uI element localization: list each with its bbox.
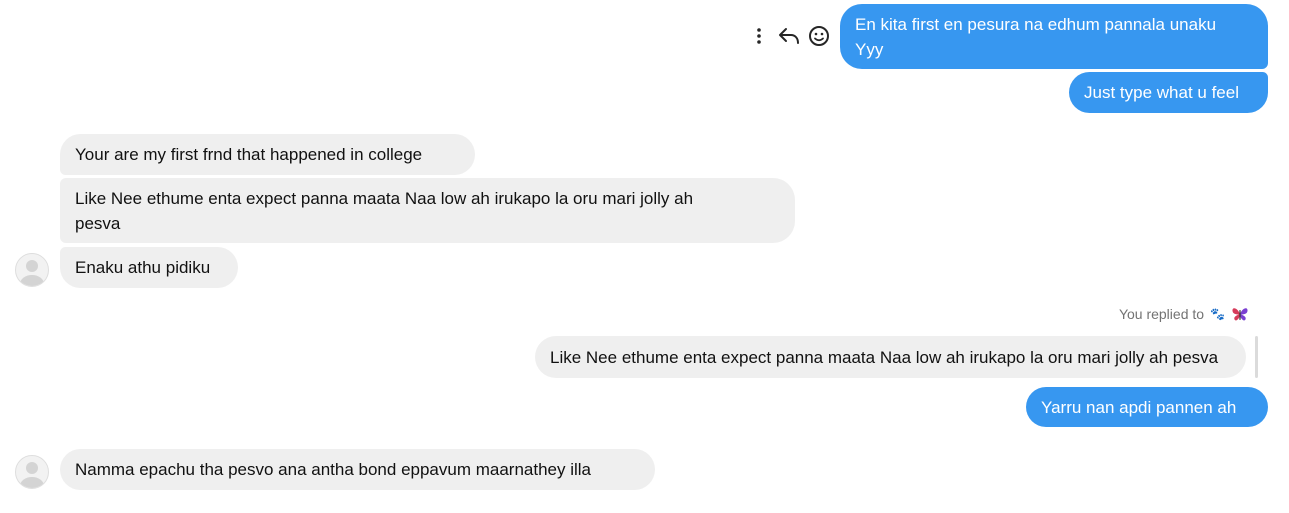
outgoing-message[interactable]: En kita first en pesura na edhum pannala… — [840, 4, 1268, 69]
default-avatar-icon[interactable] — [15, 455, 49, 489]
message-text: Yarru nan apdi pannen ah — [1041, 397, 1237, 417]
reply-context-label: You replied to 🐾 — [1119, 306, 1249, 322]
message-text: Your are my first frnd that happened in … — [75, 145, 423, 164]
emoji-react-icon[interactable] — [807, 24, 831, 48]
outgoing-message[interactable]: Just type what u feel — [1069, 72, 1268, 113]
incoming-message[interactable]: Your are my first frnd that happened in … — [60, 134, 475, 175]
message-text: Just type what u feel — [1084, 83, 1239, 102]
incoming-message[interactable]: Namma epachu tha pesvo ana antha bond ep… — [60, 449, 655, 490]
message-text: Namma epachu tha pesvo ana antha bond ep… — [75, 460, 592, 479]
quoted-text: Like Nee ethume enta expect panna maata … — [550, 347, 1219, 367]
message-text: Like Nee ethume enta expect panna maata … — [75, 189, 694, 233]
default-avatar-icon[interactable] — [15, 253, 49, 287]
incoming-message[interactable]: Like Nee ethume enta expect panna maata … — [60, 178, 795, 243]
message-text: En kita first en pesura na edhum pannala… — [855, 15, 1217, 59]
incoming-message[interactable]: Enaku athu pidiku — [60, 247, 238, 288]
reply-icon[interactable] — [777, 24, 801, 48]
chat-thread: En kita first en pesura na edhum pannala… — [0, 0, 1289, 513]
paw-emoji: 🐾 — [1210, 307, 1225, 321]
more-options-icon[interactable] — [747, 24, 771, 48]
butterfly-emoji — [1232, 308, 1248, 321]
outgoing-message[interactable]: Yarru nan apdi pannen ah — [1026, 387, 1268, 427]
quoted-reply-message[interactable]: Like Nee ethume enta expect panna maata … — [535, 336, 1246, 378]
reply-indicator-bar — [1255, 336, 1258, 378]
message-text: Enaku athu pidiku — [75, 258, 211, 277]
